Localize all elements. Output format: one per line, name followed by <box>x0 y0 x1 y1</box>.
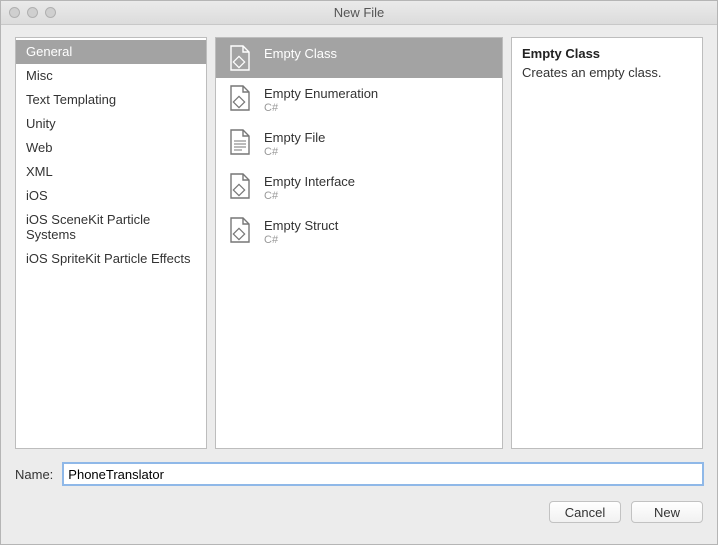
category-item-ios-spritekit[interactable]: iOS SpriteKit Particle Effects <box>16 247 206 271</box>
template-panel: Empty Class Empty Enumeration C# Empt <box>215 37 503 449</box>
class-file-icon <box>226 84 254 112</box>
description-panel: Empty Class Creates an empty class. <box>511 37 703 449</box>
category-label: Unity <box>26 116 56 131</box>
template-title: Empty Struct <box>264 218 338 234</box>
category-panel: General Misc Text Templating Unity Web X… <box>15 37 207 449</box>
template-item-empty-class[interactable]: Empty Class <box>216 38 502 78</box>
category-label: iOS SceneKit Particle Systems <box>26 212 150 242</box>
dialog-buttons: Cancel New <box>1 485 717 535</box>
description-title: Empty Class <box>522 46 692 61</box>
category-item-general[interactable]: General <box>16 40 206 64</box>
name-input[interactable] <box>63 463 703 485</box>
category-item-unity[interactable]: Unity <box>16 112 206 136</box>
description-text: Creates an empty class. <box>522 65 692 80</box>
category-label: Misc <box>26 68 53 83</box>
template-title: Empty File <box>264 130 325 146</box>
template-title: Empty Interface <box>264 174 355 190</box>
category-item-misc[interactable]: Misc <box>16 64 206 88</box>
text-file-icon <box>226 128 254 156</box>
category-item-xml[interactable]: XML <box>16 160 206 184</box>
category-item-ios[interactable]: iOS <box>16 184 206 208</box>
cancel-button[interactable]: Cancel <box>549 501 621 523</box>
name-row: Name: <box>1 449 717 485</box>
category-item-ios-scenekit[interactable]: iOS SceneKit Particle Systems <box>16 208 206 247</box>
template-title: Empty Class <box>264 46 337 62</box>
dialog-content: General Misc Text Templating Unity Web X… <box>1 25 717 449</box>
category-label: Web <box>26 140 53 155</box>
template-item-empty-file[interactable]: Empty File C# <box>216 122 502 166</box>
titlebar: New File <box>1 1 717 25</box>
category-item-web[interactable]: Web <box>16 136 206 160</box>
class-file-icon <box>226 172 254 200</box>
window-title: New File <box>1 5 717 20</box>
new-button[interactable]: New <box>631 501 703 523</box>
name-label: Name: <box>15 467 53 482</box>
category-label: iOS <box>26 188 48 203</box>
class-file-icon <box>226 216 254 244</box>
template-subtitle: C# <box>264 146 325 160</box>
template-item-empty-interface[interactable]: Empty Interface C# <box>216 166 502 210</box>
template-subtitle: C# <box>264 102 378 116</box>
category-label: iOS SpriteKit Particle Effects <box>26 251 191 266</box>
template-item-empty-enumeration[interactable]: Empty Enumeration C# <box>216 78 502 122</box>
category-label: XML <box>26 164 53 179</box>
class-file-icon <box>226 44 254 72</box>
template-subtitle: C# <box>264 190 355 204</box>
template-subtitle: C# <box>264 234 338 248</box>
category-item-text-templating[interactable]: Text Templating <box>16 88 206 112</box>
category-label: General <box>26 44 72 59</box>
template-item-empty-struct[interactable]: Empty Struct C# <box>216 210 502 254</box>
template-title: Empty Enumeration <box>264 86 378 102</box>
category-label: Text Templating <box>26 92 116 107</box>
